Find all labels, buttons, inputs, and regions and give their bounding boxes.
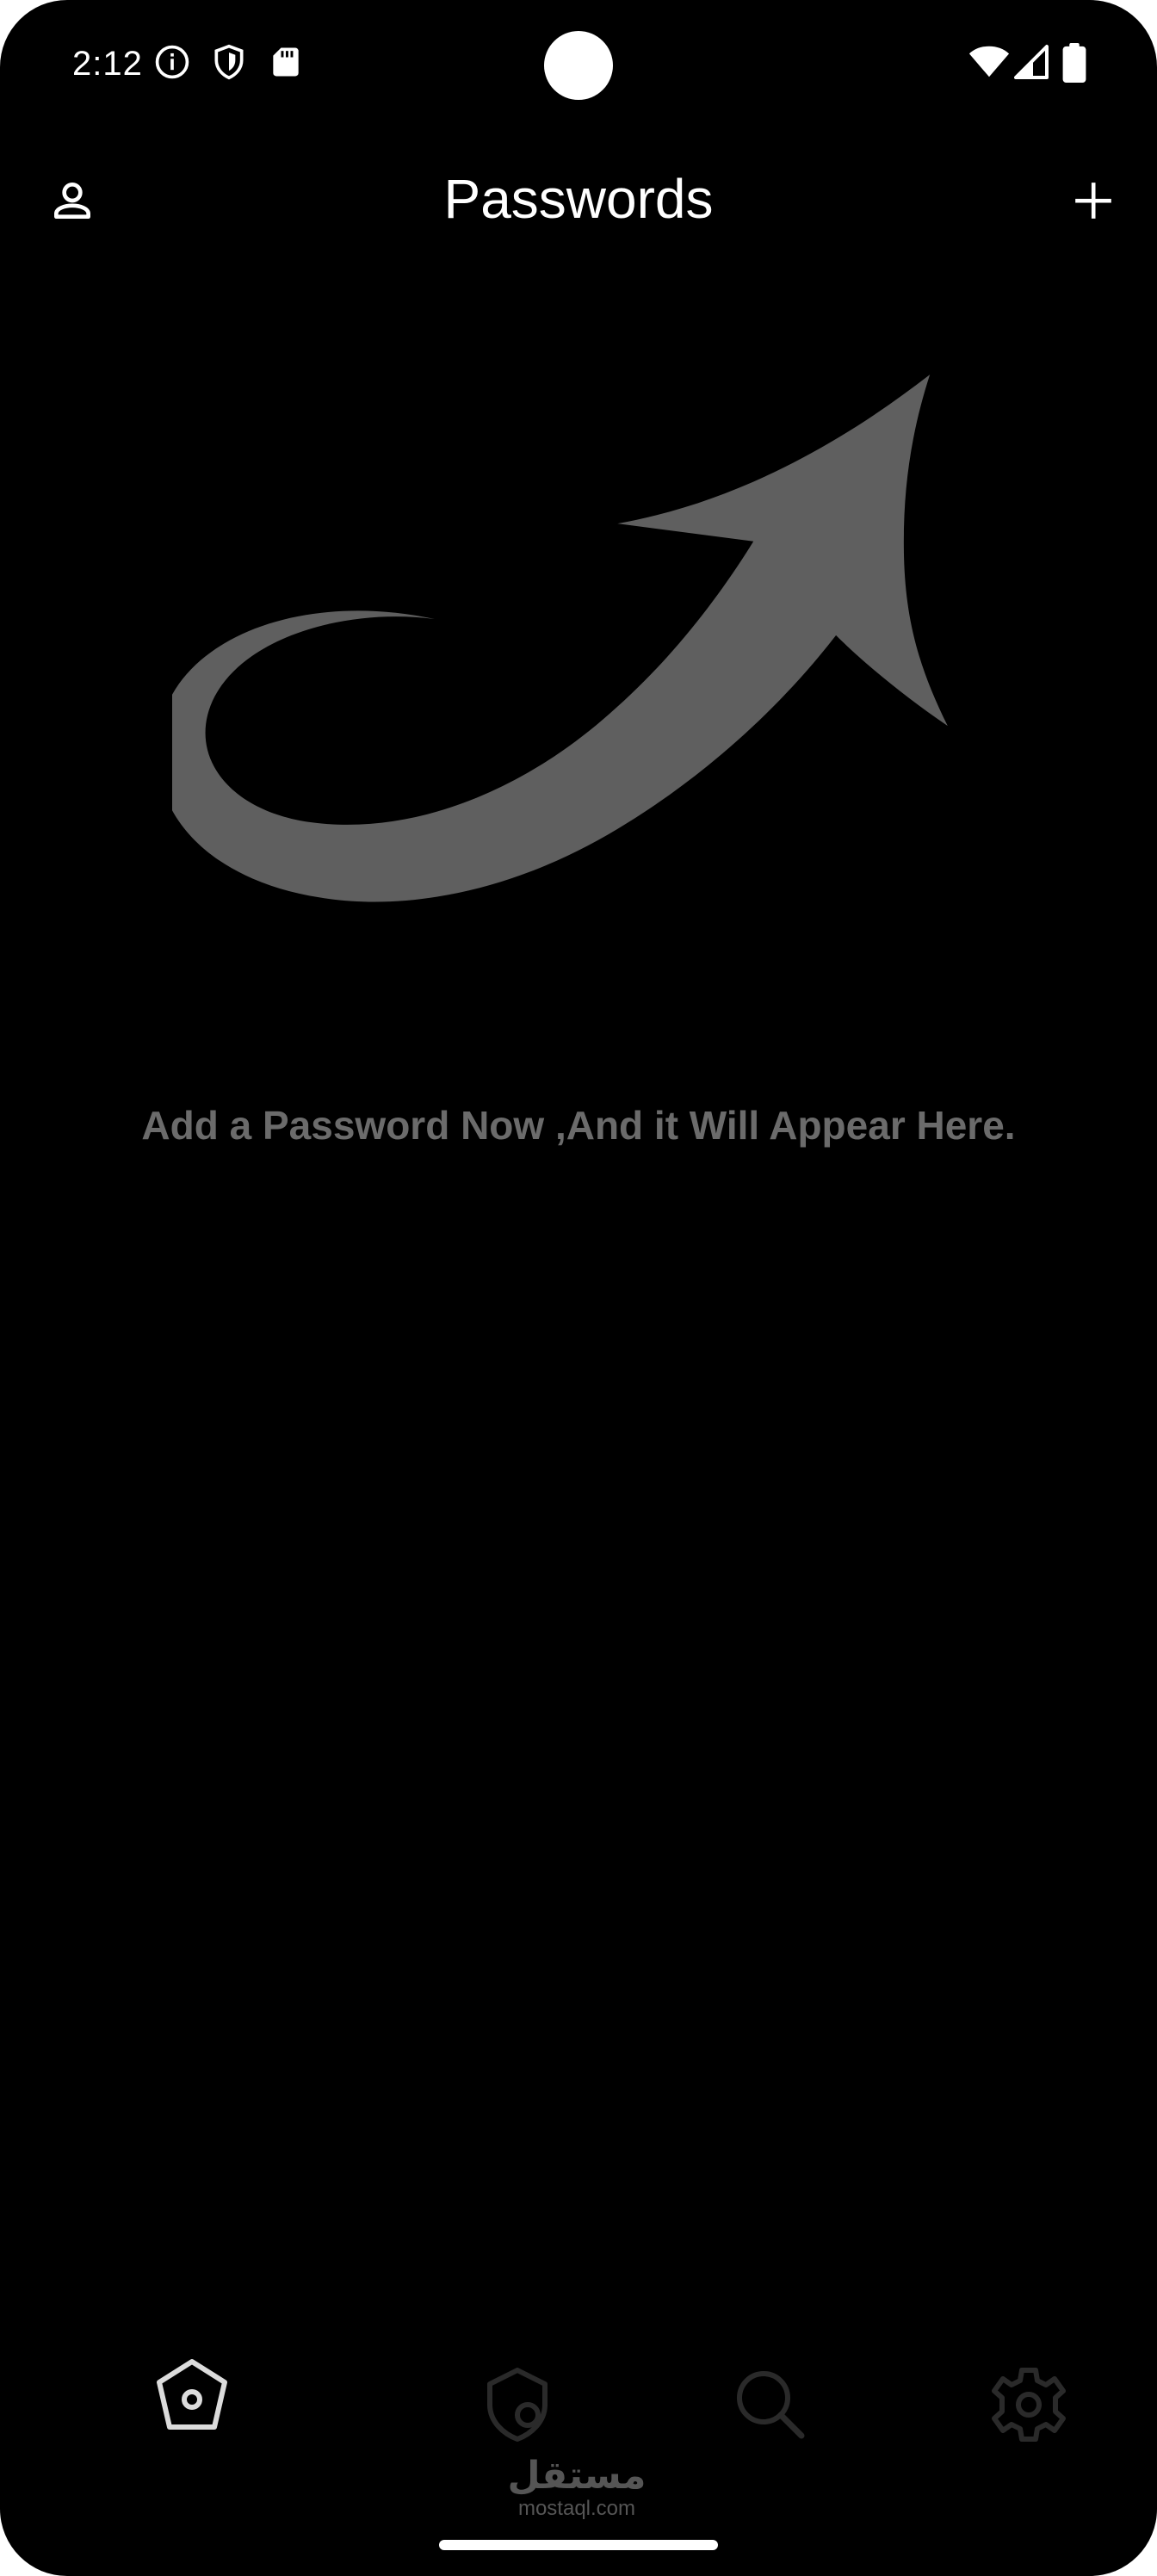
info-icon: [153, 43, 191, 85]
watermark-arabic: مستقل: [507, 2454, 647, 2498]
signal-icon: [1012, 43, 1050, 85]
search-icon: [729, 2363, 812, 2450]
battery-icon: [1062, 43, 1086, 87]
nav-home[interactable]: [136, 2342, 248, 2454]
nav-search[interactable]: [715, 2350, 826, 2462]
settings-icon: [987, 2363, 1070, 2450]
add-password-button[interactable]: [1059, 168, 1128, 237]
gesture-home-indicator[interactable]: [439, 2540, 718, 2550]
watermark-latin: mostaql.com: [517, 2497, 636, 2520]
add-icon: [1072, 179, 1115, 226]
status-time: 2:12: [72, 45, 143, 83]
shield-icon: [210, 43, 248, 85]
page-title: Passwords: [443, 168, 714, 230]
home-icon: [151, 2355, 233, 2442]
wifi-icon: [968, 43, 1011, 85]
watermark: مستقل mostaql.com: [482, 2455, 671, 2521]
curved-arrow-illustration: [172, 375, 948, 902]
nav-settings[interactable]: [973, 2350, 1085, 2462]
empty-state-message: Add a Password Now ,And it Will Appear H…: [141, 1103, 1016, 1148]
nav-security-check[interactable]: [461, 2350, 573, 2462]
status-bar: 2:12: [0, 0, 1157, 129]
app-screen: 2:12 Passwords Add a Password Now ,And i…: [0, 0, 1157, 2576]
top-app-bar: Passwords: [0, 155, 1157, 250]
security-check-icon: [476, 2363, 559, 2450]
sd-card-icon: [267, 43, 305, 85]
camera-cutout: [544, 31, 613, 100]
